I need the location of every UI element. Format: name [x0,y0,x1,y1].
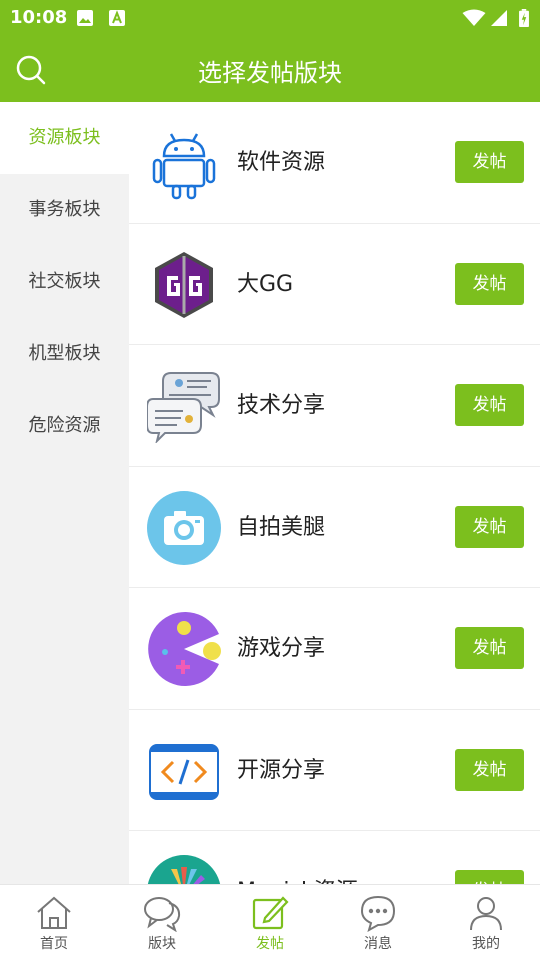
forum-name: 自拍美腿 [237,514,326,540]
post-button[interactable]: 发帖 [455,748,524,791]
sidebar-item-risky-resources[interactable]: 危险资源 [0,390,129,462]
forum-name: 游戏分享 [237,636,326,661]
image-notification-icon [77,10,93,26]
app-header: 选择发帖版块 [0,36,540,102]
post-button[interactable]: 发帖 [455,505,524,548]
sidebar-item-social[interactable]: 社交板块 [0,246,129,318]
nav-item-home[interactable]: 首页 [0,885,108,960]
page-title: 选择发帖版块 [198,59,342,87]
post-button[interactable]: 发帖 [455,627,524,669]
sidebar-item-affairs[interactable]: 事务板块 [0,174,129,246]
forum-name: 软件资源 [237,150,326,175]
post-button[interactable]: 发帖 [455,141,524,183]
home-icon [37,896,71,929]
wifi-icon [462,9,486,26]
list-item[interactable]: 大GG 发帖 [129,224,540,345]
chat-bubbles-icon [147,372,220,443]
nav-label: 消息 [364,936,392,952]
nav-item-me[interactable]: 我的 [432,885,540,960]
nav-item-messages[interactable]: 消息 [324,885,432,960]
edit-icon [252,896,289,930]
list-item[interactable]: Magisk资源 发帖 [129,831,540,884]
list-item[interactable]: 游戏分享 发帖 [129,588,540,710]
forum-bubbles-icon [144,897,181,932]
forum-list: 软件资源 发帖 大GG 发帖 技术分享 发帖 自拍美腿 发帖 游戏分享 发帖 开… [129,102,540,884]
signal-icon [491,10,507,26]
list-item[interactable]: 技术分享 发帖 [129,345,540,467]
bottom-navigation: 首页 版块 发帖 消息 我的 [0,884,540,960]
message-icon [360,895,396,932]
post-button[interactable]: 发帖 [455,870,524,884]
status-bar: 10:08 [0,0,540,36]
font-notification-icon [109,10,125,26]
magisk-icon [147,855,221,884]
code-icon [149,743,219,800]
nav-label: 发帖 [256,936,284,952]
list-item[interactable]: 自拍美腿 发帖 [129,467,540,588]
list-item[interactable]: 开源分享 发帖 [129,710,540,831]
status-time: 10:08 [10,7,68,28]
game-pacman-icon [148,612,221,686]
nav-label: 我的 [472,936,500,952]
forum-name: 开源分享 [237,757,326,783]
forum-name: 大GG [237,271,294,297]
category-sidebar: 资源板块 事务板块 社交板块 机型板块 危险资源 [0,102,129,884]
nav-item-forums[interactable]: 版块 [108,885,216,960]
sidebar-item-device-models[interactable]: 机型板块 [0,318,129,390]
user-icon [470,897,502,931]
nav-item-post[interactable]: 发帖 [216,885,324,960]
list-item[interactable]: 软件资源 发帖 [129,102,540,224]
post-button[interactable]: 发帖 [455,384,524,426]
post-button[interactable]: 发帖 [455,262,524,305]
sidebar-item-resources[interactable]: 资源板块 [0,102,129,174]
nav-label: 首页 [40,936,68,952]
camera-icon [147,490,221,565]
android-icon [152,133,216,200]
forum-name: Magisk资源 [237,831,358,884]
nav-label: 版块 [148,936,176,952]
forum-name: 技术分享 [237,393,326,418]
battery-charging-icon [519,9,529,27]
gameguardian-icon [155,251,213,318]
